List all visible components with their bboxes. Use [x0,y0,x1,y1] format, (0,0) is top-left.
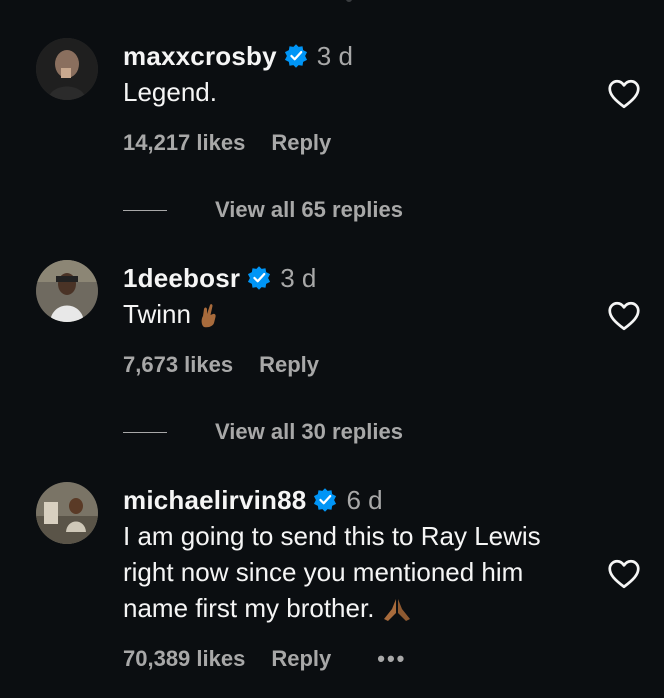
username[interactable]: 1deebosr [123,263,240,294]
more-icon[interactable]: ••• [377,646,406,672]
view-replies-button[interactable]: View all 65 replies [123,197,403,223]
comment-text: I am going to send this to Ray Lewis rig… [123,521,541,623]
heart-icon[interactable] [606,298,642,334]
likes-count[interactable]: 14,217 likes [123,130,245,156]
heart-icon[interactable] [606,556,642,592]
avatar[interactable] [36,38,98,100]
timestamp: 3 d [316,40,353,71]
verified-badge-icon [314,488,337,512]
comment-text-row: I am going to send this to Ray Lewis rig… [123,518,593,626]
timestamp: 6 d [346,484,383,515]
comment-text-row: Twinn [123,296,603,332]
verified-badge-icon [284,44,307,68]
timestamp: 3 d [280,262,317,293]
avatar[interactable] [36,260,98,322]
reply-button[interactable]: Reply [271,646,331,672]
username[interactable]: maxxcrosby [123,41,277,72]
likes-count[interactable]: 7,673 likes [123,352,233,378]
likes-count[interactable]: 70,389 likes [123,646,245,672]
heart-icon[interactable] [606,76,642,112]
view-replies-label: View all 30 replies [215,419,403,444]
replies-divider [123,209,167,211]
comment-text: Legend. [123,77,217,107]
crossed-fingers-emoji [201,304,216,328]
scroll-indicator [346,0,352,2]
replies-divider [123,431,167,433]
reply-button[interactable]: Reply [259,352,319,378]
username[interactable]: michaelirvin88 [123,485,306,516]
avatar[interactable] [36,482,98,544]
comment-text: Twinn [123,299,191,329]
verified-badge-icon [248,266,271,290]
view-replies-button[interactable]: View all 30 replies [123,419,403,445]
view-replies-label: View all 65 replies [215,197,403,222]
reply-button[interactable]: Reply [271,130,331,156]
praying-hands-emoji [383,599,410,622]
